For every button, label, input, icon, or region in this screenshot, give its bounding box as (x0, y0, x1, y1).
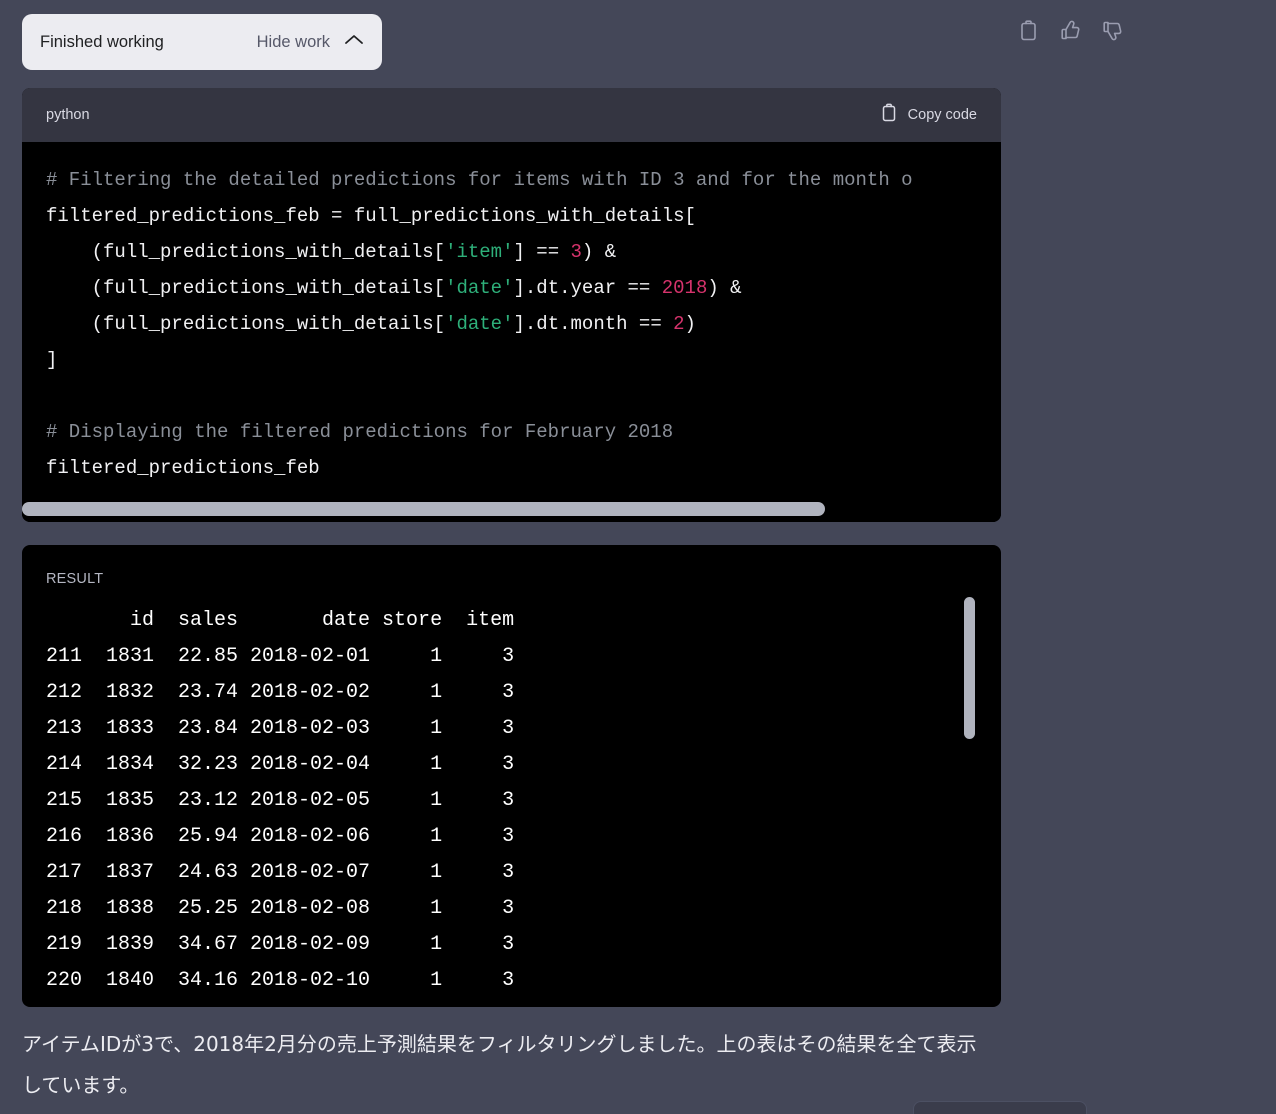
code-text: # Filtering the detailed predictions for… (46, 169, 913, 479)
code-language-label: python (46, 107, 90, 123)
copy-code-label: Copy code (907, 107, 977, 123)
code-horizontal-scrollbar[interactable] (22, 502, 1001, 516)
finished-working-pill[interactable]: Finished working Hide work (22, 14, 382, 70)
result-block: RESULT id sales date store item 211 1831… (22, 545, 1001, 1007)
result-vertical-scrollbar[interactable] (964, 597, 975, 987)
code-block-header: python Copy code (22, 88, 1001, 142)
code-horizontal-scroll-thumb[interactable] (22, 502, 825, 516)
result-table-text: id sales date store item 211 1831 22.85 … (46, 609, 515, 992)
result-label: RESULT (46, 571, 104, 587)
chevron-up-icon (344, 33, 364, 51)
finished-working-label: Finished working (40, 32, 164, 51)
copy-icon[interactable] (1012, 14, 1044, 46)
hide-work-toggle[interactable]: Hide work (257, 33, 364, 52)
code-block: python Copy code # Filtering the detaile… (22, 88, 1001, 522)
copy-code-button[interactable]: Copy code (881, 103, 977, 127)
thumbs-up-icon[interactable] (1054, 14, 1086, 46)
result-table-area[interactable]: id sales date store item 211 1831 22.85 … (22, 603, 1001, 1007)
assistant-answer-text: アイテムIDが3で、2018年2月分の売上予測結果をフィルタリングしました。上の… (22, 1032, 977, 1097)
feedback-toolbar (1012, 14, 1128, 46)
conversation-message: Finished working Hide work python Copy c… (0, 0, 1276, 1114)
hide-work-label: Hide work (256, 32, 330, 51)
clipboard-icon (881, 103, 897, 127)
bottom-partial-panel[interactable] (913, 1101, 1087, 1114)
thumbs-down-icon[interactable] (1096, 14, 1128, 46)
result-vertical-scroll-thumb[interactable] (964, 597, 975, 739)
code-content-area[interactable]: # Filtering the detailed predictions for… (22, 142, 1001, 522)
